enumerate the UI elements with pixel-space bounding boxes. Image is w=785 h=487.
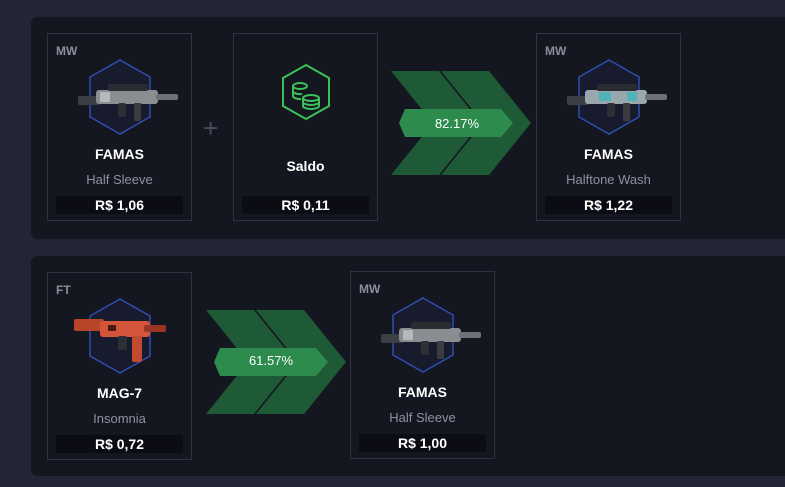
item-skin-name: Insomnia (93, 411, 146, 426)
item-price: R$ 1,00 (359, 434, 486, 452)
mag7-weapon-icon (74, 319, 166, 362)
result-item-card[interactable]: MW FAMAS Halftone Wash R$ 1,22 (536, 33, 681, 221)
condition-label: MW (545, 44, 567, 58)
famas-weapon-icon (78, 84, 178, 121)
item-skin-name: Half Sleeve (389, 410, 456, 425)
condition-label: MW (359, 282, 381, 296)
balance-amount: R$ 0,11 (242, 196, 369, 214)
success-chance: 82.17% (434, 116, 480, 131)
balance-card[interactable]: Saldo R$ 0,11 (233, 33, 378, 221)
item-skin-name: Half Sleeve (86, 172, 153, 187)
plus-icon: + (203, 113, 219, 143)
success-chance: 61.57% (248, 353, 294, 368)
upgrade-panel-2: FT MAG-7 Insomnia R$ 0,72 61.57% MW FAMA… (31, 256, 785, 476)
condition-label: FT (56, 283, 71, 297)
item-weapon-name: FAMAS (95, 146, 144, 162)
balance-label: Saldo (286, 158, 325, 174)
result-item-card[interactable]: MW FAMAS Half Sleeve R$ 1,00 (350, 271, 495, 459)
item-weapon-name: FAMAS (584, 146, 633, 162)
input-item-card[interactable]: MW FAMAS Half Sleeve R$ 1,06 (47, 33, 192, 221)
item-weapon-name: FAMAS (398, 384, 447, 400)
item-skin-name: Halftone Wash (566, 172, 651, 187)
coins-icon (282, 63, 330, 121)
item-price: R$ 0,72 (56, 435, 183, 453)
item-price: R$ 1,22 (545, 196, 672, 214)
upgrade-panel-1: MW FAMAS Half Sleeve R$ 1,06 + Saldo R$ … (31, 17, 785, 239)
famas-weapon-icon (381, 322, 481, 359)
condition-label: MW (56, 44, 78, 58)
famas-weapon-icon (567, 84, 667, 121)
item-price: R$ 1,06 (56, 196, 183, 214)
item-weapon-name: MAG-7 (96, 385, 143, 401)
input-item-card[interactable]: FT MAG-7 Insomnia R$ 0,72 (47, 272, 192, 460)
